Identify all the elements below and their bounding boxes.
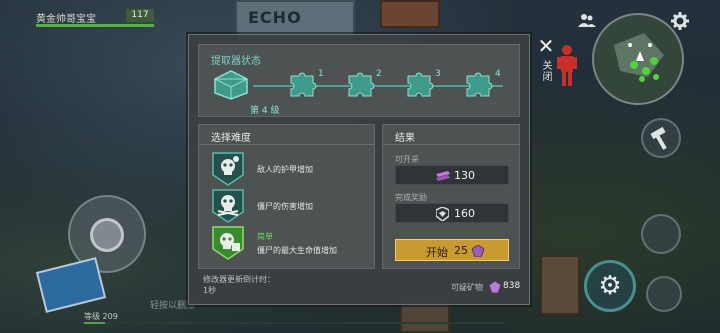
skull-damage-icon — [212, 189, 244, 223]
joystick-knob[interactable] — [90, 218, 124, 252]
stage-2-number: 2 — [376, 69, 382, 79]
minable-value-box: 130 — [395, 165, 509, 185]
refresh-countdown-value: 1秒 — [203, 286, 217, 295]
mineral-bar-icon — [436, 171, 450, 181]
start-cost: 25 — [454, 244, 468, 257]
gear-icon[interactable]: ⚙ — [584, 260, 636, 312]
difficulty-header: 选择难度 — [199, 125, 374, 145]
difficulty-easy-tag: 简单 — [257, 232, 273, 241]
stage-3-icon — [404, 70, 436, 100]
gem-icon — [489, 281, 501, 293]
close-icon[interactable]: ✕ — [537, 36, 555, 56]
current-level-label: 第 4 级 — [250, 106, 280, 116]
friends-icon[interactable] — [578, 13, 596, 32]
reward-value-box: 160 — [395, 203, 509, 223]
stage-3-number: 3 — [435, 69, 441, 79]
gem-icon — [472, 245, 484, 257]
difficulty-option[interactable]: 敌人的护甲增加 — [210, 151, 370, 187]
xp-bar — [84, 322, 504, 324]
results-section: 结果 可开采 130 完成奖励 160 开始 25 — [382, 124, 520, 269]
start-button[interactable]: 开始 25 — [395, 239, 509, 261]
stage-1-icon — [287, 70, 319, 100]
minimap[interactable] — [592, 13, 684, 105]
refresh-countdown-label: 修改器更新倒计时： — [203, 275, 275, 284]
stage-1-number: 1 — [318, 69, 324, 79]
crate — [540, 255, 580, 315]
secondary-action-button[interactable] — [646, 276, 682, 312]
results-title: 结果 — [395, 133, 415, 144]
player-name: 黄金帅哥宝宝 — [36, 14, 96, 25]
health-bar — [36, 24, 154, 27]
minerals-value: 838 — [503, 281, 521, 291]
crate — [380, 0, 440, 28]
extractor-base-icon — [211, 67, 251, 101]
stage-4-number: 4 — [495, 69, 501, 79]
difficulty-section: 选择难度 敌人的护甲增加 僵尸的伤害增加 简单 僵尸的最大生命值增加 — [198, 124, 375, 269]
building-sign: ECHO — [248, 8, 302, 27]
extractor-status-section: 提取器状态 第 4 级 1 2 3 4 — [198, 44, 520, 117]
difficulty-option-text: 僵尸的最大生命值增加 — [257, 246, 337, 255]
character-icon — [556, 44, 578, 88]
skull-health-icon — [212, 226, 244, 260]
hammer-icon[interactable] — [641, 118, 681, 158]
stage-4-icon — [463, 70, 495, 100]
difficulty-option-text: 敌人的护甲增加 — [257, 165, 313, 174]
difficulty-title: 选择难度 — [211, 133, 251, 144]
stage-2-icon — [345, 70, 377, 100]
start-button-label: 开始 — [426, 246, 448, 259]
difficulty-option-selected[interactable]: 简单 僵尸的最大生命值增加 — [210, 225, 370, 261]
player-level-text: 等级 209 — [84, 312, 118, 321]
skull-armor-icon — [212, 152, 244, 186]
reward-shield-icon — [436, 207, 449, 221]
minable-label: 可开采 — [395, 155, 419, 164]
difficulty-option-text: 僵尸的伤害增加 — [257, 202, 313, 211]
health-bar-fill — [36, 24, 154, 27]
xp-bar-fill — [84, 322, 105, 324]
results-header: 结果 — [383, 125, 519, 145]
close-label[interactable]: 关闭 — [540, 60, 553, 82]
player-level-badge: 117 — [126, 9, 154, 22]
reward-label: 完成奖励 — [395, 193, 427, 202]
extractor-status-title: 提取器状态 — [211, 56, 261, 67]
reward-value: 160 — [454, 207, 475, 220]
extractor-panel: 提取器状态 第 4 级 1 2 3 4 选择难度 敌人的护甲增加 僵尸的伤害增加… — [188, 34, 530, 305]
minable-value: 130 — [454, 169, 475, 182]
craft-icon[interactable] — [641, 214, 681, 254]
minerals-label: 可疑矿物 — [451, 283, 483, 292]
difficulty-option[interactable]: 僵尸的伤害增加 — [210, 188, 370, 224]
